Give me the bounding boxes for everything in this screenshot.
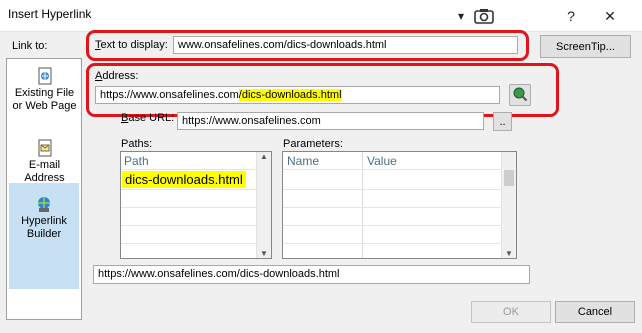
email-icon	[36, 139, 54, 157]
cancel-button[interactable]: Cancel	[555, 301, 635, 323]
text-to-display-input[interactable]: www.onsafelines.com/dics-downloads.html	[173, 36, 518, 54]
sidebar-item-label: E-mail Address	[24, 159, 65, 184]
dialog-title: Insert Hyperlink	[8, 7, 92, 21]
base-url-label: Base URL:	[121, 112, 175, 124]
paths-label: Paths:	[121, 138, 153, 150]
scroll-down-icon[interactable]: ▼	[502, 249, 516, 258]
globe-link-icon	[35, 195, 53, 213]
close-button[interactable]: ✕	[596, 3, 624, 29]
browse-web-icon	[512, 86, 528, 105]
sidebar-item-existing-file[interactable]: Existing File or Web Page	[9, 67, 80, 113]
title-bar: Insert Hyperlink ▾ ? ✕	[0, 0, 642, 32]
address-value: https://www.onsafelines.com	[100, 89, 239, 101]
result-url-display: https://www.onsafelines.com/dics-downloa…	[93, 265, 530, 284]
help-button[interactable]: ?	[557, 3, 585, 29]
parameters-scrollbar[interactable]: ▼	[501, 152, 516, 258]
text-to-display-label: Text to display:	[95, 39, 168, 51]
sidebar-item-email[interactable]: E-mail Address	[9, 139, 80, 185]
browse-web-button[interactable]	[509, 84, 531, 106]
parameters-value-header: Value	[367, 154, 397, 168]
base-url-browse-button[interactable]: ..	[493, 112, 512, 131]
link-to-label: Link to:	[12, 40, 48, 52]
web-page-icon	[36, 67, 54, 85]
address-input[interactable]: https://www.onsafelines.com/dics-downloa…	[95, 86, 500, 104]
sidebar-item-hyperlink-builder[interactable]: Hyperlink Builder	[9, 183, 79, 289]
scroll-down-icon[interactable]: ▼	[257, 249, 271, 258]
parameters-name-header: Name	[287, 154, 320, 168]
ok-button[interactable]: OK	[471, 301, 551, 323]
parameters-grid[interactable]: Name Value ▼	[282, 151, 517, 259]
path-list-item[interactable]: dics-downloads.html	[122, 171, 246, 188]
paths-list[interactable]: Path dics-downloads.html ▲ ▼	[120, 151, 272, 259]
sidebar-item-label: Hyperlink Builder	[21, 215, 67, 240]
screentip-button[interactable]: ScreenTip...	[540, 35, 631, 58]
address-label: Address:	[95, 70, 139, 82]
camera-icon[interactable]	[470, 3, 498, 29]
scroll-up-icon[interactable]: ▲	[257, 152, 271, 161]
paths-column-header: Path	[124, 154, 149, 168]
parameters-label: Parameters:	[283, 138, 343, 150]
sidebar-item-label: Existing File or Web Page	[12, 87, 77, 112]
link-to-sidebar: Existing File or Web Page E-mail Address…	[6, 58, 82, 320]
base-url-input[interactable]: https://www.onsafelines.com	[177, 112, 484, 130]
paths-scrollbar[interactable]: ▲ ▼	[256, 152, 271, 258]
address-value-highlight: /dics-downloads.html	[238, 89, 342, 101]
scroll-thumb[interactable]	[504, 170, 514, 186]
